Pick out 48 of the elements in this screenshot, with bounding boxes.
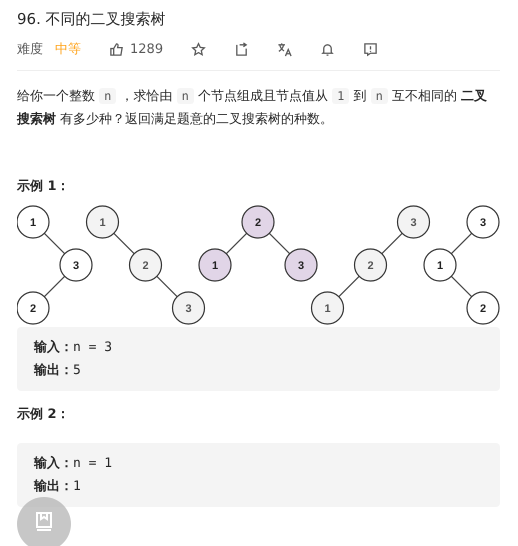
tree-edge — [156, 276, 178, 298]
translate-icon — [277, 42, 292, 56]
tree-node: 3 — [59, 248, 93, 282]
example-heading: 示例 1： — [17, 178, 71, 195]
like-button[interactable]: 1289 — [109, 42, 164, 56]
difficulty-value: 中等 — [55, 41, 81, 58]
tree-node: 1 — [423, 248, 457, 282]
problem-title: 96. 不同的二叉搜索树 — [17, 9, 167, 30]
tree-edge — [338, 276, 360, 298]
thumbs-up-icon — [109, 42, 124, 56]
tree-node: 2 — [241, 205, 275, 239]
tree-edge — [450, 232, 472, 254]
translate-button[interactable] — [277, 42, 292, 56]
tree-node: 3 — [284, 248, 318, 282]
tree-edge — [450, 276, 472, 298]
example-line: 输出：1 — [34, 478, 82, 496]
tree-node: 2 — [128, 248, 162, 282]
feedback-button[interactable] — [363, 42, 378, 56]
tree-node: 1 — [86, 205, 120, 239]
tree-node: 3 — [396, 205, 430, 239]
tree-node: 3 — [172, 291, 206, 325]
example-heading: 示例 2： — [17, 406, 71, 423]
tree-edge — [226, 232, 248, 254]
star-icon — [191, 42, 206, 56]
tree-node: 1 — [17, 205, 50, 239]
favorite-button[interactable] — [191, 42, 206, 56]
notification-button[interactable] — [320, 42, 336, 56]
tree-edge — [381, 232, 403, 254]
share-button[interactable] — [234, 42, 250, 56]
tree-node: 2 — [354, 248, 388, 282]
tree-edge — [113, 232, 135, 254]
tree-edge — [44, 232, 66, 254]
bell-icon — [320, 42, 336, 56]
tree-node: 3 — [466, 205, 500, 239]
problem-description: 给你一个整数 n ，求恰由 n 个节点组成且节点值从 1 到 n 互不相同的 二叉搜索树 有多少种？返回满足题意的二叉搜索树的种数。 — [17, 87, 488, 129]
tree-node: 1 — [198, 248, 232, 282]
difficulty-label: 难度 — [17, 41, 43, 58]
feedback-icon — [363, 42, 378, 56]
example-line: 输出：5 — [34, 362, 82, 380]
tree-node: 1 — [310, 291, 344, 325]
example-line: 输入：n = 3 — [34, 338, 114, 357]
example-line: 输入：n = 1 — [34, 454, 114, 473]
share-icon — [234, 42, 250, 56]
tree-edge — [44, 276, 66, 298]
tree-node: 2 — [17, 291, 50, 325]
tree-edge — [268, 232, 290, 254]
book-icon — [35, 512, 53, 532]
tree-node: 2 — [466, 291, 500, 325]
